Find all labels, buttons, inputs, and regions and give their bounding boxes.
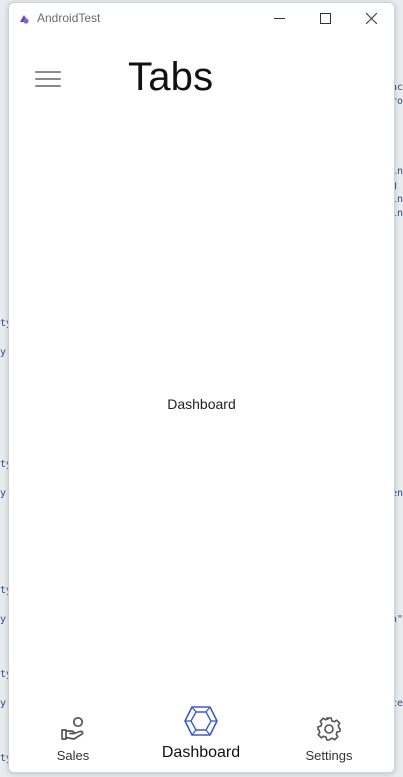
tab-settings[interactable]: Settings: [265, 692, 393, 772]
tab-label-settings: Settings: [305, 748, 353, 763]
title-bar[interactable]: AndroidTest: [9, 3, 394, 33]
sales-hand-icon: [59, 714, 87, 742]
hamburger-icon[interactable]: [35, 71, 61, 91]
tab-label-sales: Sales: [56, 748, 90, 763]
app-window: AndroidTest Tabs Dashboard Sales Dashboa…: [8, 2, 395, 773]
app-header: Tabs: [9, 33, 394, 113]
app-logo-icon: [18, 12, 30, 24]
maximize-icon: [319, 12, 331, 24]
minimize-icon: [273, 17, 285, 19]
content-label: Dashboard: [167, 396, 236, 412]
close-icon: [365, 12, 377, 24]
tab-label-dashboard: Dashboard: [161, 744, 241, 761]
tab-dashboard[interactable]: Dashboard: [137, 692, 265, 772]
close-button[interactable]: [348, 3, 394, 33]
tab-sales[interactable]: Sales: [9, 692, 137, 772]
window-title: AndroidTest: [37, 11, 101, 25]
minimize-button[interactable]: [256, 3, 302, 33]
dashboard-cube-icon: [183, 704, 219, 738]
page-title: Tabs: [128, 55, 214, 99]
gear-icon: [316, 714, 342, 742]
bottom-tab-bar: Sales Dashboard Settings: [9, 692, 394, 772]
maximize-button[interactable]: [302, 3, 348, 33]
